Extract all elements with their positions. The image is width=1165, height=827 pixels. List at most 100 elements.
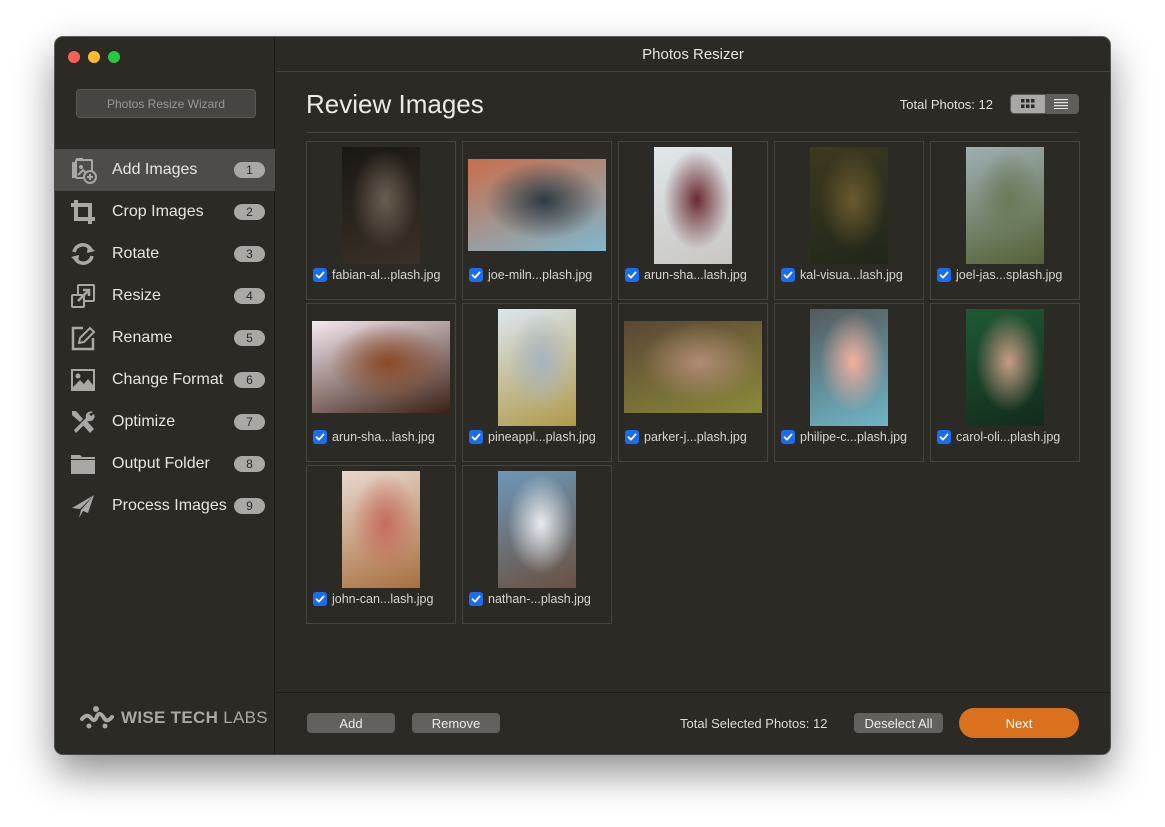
- checkmark-icon: [315, 271, 325, 279]
- image-thumbnail[interactable]: [498, 470, 576, 588]
- thumbnail-container: [775, 308, 923, 426]
- folder-icon: [68, 450, 98, 478]
- image-thumbnail[interactable]: [810, 146, 888, 264]
- tools-icon: [68, 408, 98, 436]
- rotate-icon: [68, 240, 98, 268]
- image-select-checkbox[interactable]: [625, 430, 639, 444]
- image-thumbnail[interactable]: [966, 146, 1044, 264]
- image-thumbnail[interactable]: [342, 146, 420, 264]
- sidebar-item-crop-images[interactable]: Crop Images 2: [55, 191, 275, 233]
- wizard-steps-nav: Add Images 1 Crop Images 2 Rotate 3 Resi…: [55, 149, 275, 527]
- checkmark-icon: [471, 433, 481, 441]
- image-thumbnail[interactable]: [342, 470, 420, 588]
- thumbnail-container: [307, 308, 455, 426]
- sidebar-item-add-images[interactable]: Add Images 1: [55, 149, 275, 191]
- image-card[interactable]: nathan-...plash.jpg: [462, 465, 612, 624]
- image-select-checkbox[interactable]: [313, 268, 327, 282]
- thumbnail-container: [307, 146, 455, 264]
- image-card-footer: kal-visua...lash.jpg: [781, 268, 903, 282]
- grid-view-button[interactable]: [1011, 95, 1045, 113]
- image-thumbnail[interactable]: [624, 321, 762, 413]
- maximize-window-button[interactable]: [108, 51, 120, 63]
- image-filename: joel-jas...splash.jpg: [956, 268, 1063, 282]
- image-thumbnail[interactable]: [468, 159, 606, 251]
- add-images-icon: [68, 156, 98, 184]
- sidebar-item-rotate[interactable]: Rotate 3: [55, 233, 275, 275]
- image-filename: pineappl...plash.jpg: [488, 430, 596, 444]
- checkmark-icon: [627, 433, 637, 441]
- app-window: Photos Resize Wizard Add Images 1 Crop I…: [55, 37, 1110, 754]
- image-thumbnail[interactable]: [810, 308, 888, 426]
- image-filename: carol-oli...plash.jpg: [956, 430, 1061, 444]
- rename-icon: [68, 324, 98, 352]
- checkmark-icon: [783, 433, 793, 441]
- thumbnail-container: [463, 146, 611, 264]
- wizard-button[interactable]: Photos Resize Wizard: [76, 89, 256, 118]
- image-select-checkbox[interactable]: [781, 430, 795, 444]
- image-card[interactable]: joe-miln...plash.jpg: [462, 141, 612, 300]
- window-controls: [68, 51, 120, 63]
- step-badge: 9: [234, 498, 265, 514]
- image-thumbnail[interactable]: [312, 321, 450, 413]
- remove-button[interactable]: Remove: [412, 713, 500, 733]
- image-select-checkbox[interactable]: [313, 430, 327, 444]
- checkmark-icon: [783, 271, 793, 279]
- minimize-window-button[interactable]: [88, 51, 100, 63]
- image-card[interactable]: parker-j...plash.jpg: [618, 303, 768, 462]
- selected-photos-count: Total Selected Photos: 12: [680, 716, 828, 731]
- sidebar-item-resize[interactable]: Resize 4: [55, 275, 275, 317]
- image-card[interactable]: arun-sha...lash.jpg: [306, 303, 456, 462]
- close-window-button[interactable]: [68, 51, 80, 63]
- image-select-checkbox[interactable]: [313, 592, 327, 606]
- image-card-footer: pineappl...plash.jpg: [469, 430, 596, 444]
- image-card-footer: fabian-al...plash.jpg: [313, 268, 440, 282]
- main-panel: Photos Resizer Review Images Total Photo…: [276, 37, 1110, 754]
- image-filename: john-can...lash.jpg: [332, 592, 434, 606]
- image-card[interactable]: joel-jas...splash.jpg: [930, 141, 1080, 300]
- step-badge: 2: [234, 204, 265, 220]
- sidebar: Photos Resize Wizard Add Images 1 Crop I…: [55, 37, 275, 754]
- wise-tech-labs-logo-icon: [80, 706, 114, 729]
- image-card[interactable]: philipe-c...plash.jpg: [774, 303, 924, 462]
- resize-icon: [68, 282, 98, 310]
- image-select-checkbox[interactable]: [469, 592, 483, 606]
- sidebar-item-change-format[interactable]: Change Format 6: [55, 359, 275, 401]
- next-button[interactable]: Next: [959, 708, 1079, 738]
- image-select-checkbox[interactable]: [937, 430, 951, 444]
- image-grid: fabian-al...plash.jpg joe-miln...plash.jp…: [306, 141, 1080, 624]
- checkmark-icon: [315, 433, 325, 441]
- list-view-button[interactable]: [1044, 95, 1078, 113]
- image-select-checkbox[interactable]: [937, 268, 951, 282]
- image-thumbnail[interactable]: [966, 308, 1044, 426]
- image-card[interactable]: carol-oli...plash.jpg: [930, 303, 1080, 462]
- image-select-checkbox[interactable]: [625, 268, 639, 282]
- thumbnail-container: [463, 470, 611, 588]
- image-thumbnail[interactable]: [498, 308, 576, 426]
- image-card[interactable]: kal-visua...lash.jpg: [774, 141, 924, 300]
- step-badge: 1: [234, 162, 265, 178]
- image-filename: arun-sha...lash.jpg: [332, 430, 435, 444]
- image-select-checkbox[interactable]: [469, 430, 483, 444]
- add-button[interactable]: Add: [307, 713, 395, 733]
- brand-name-light: LABS: [223, 708, 268, 727]
- image-card[interactable]: fabian-al...plash.jpg: [306, 141, 456, 300]
- image-select-checkbox[interactable]: [469, 268, 483, 282]
- thumbnail-container: [775, 146, 923, 264]
- image-card[interactable]: john-can...lash.jpg: [306, 465, 456, 624]
- sidebar-item-process-images[interactable]: Process Images 9: [55, 485, 275, 527]
- image-thumbnail[interactable]: [654, 146, 732, 264]
- image-select-checkbox[interactable]: [781, 268, 795, 282]
- image-card[interactable]: arun-sha...lash.jpg: [618, 141, 768, 300]
- sidebar-item-optimize[interactable]: Optimize 7: [55, 401, 275, 443]
- sidebar-item-rename[interactable]: Rename 5: [55, 317, 275, 359]
- deselect-all-button[interactable]: Deselect All: [854, 713, 943, 733]
- sidebar-item-output-folder[interactable]: Output Folder 8: [55, 443, 275, 485]
- checkmark-icon: [471, 595, 481, 603]
- image-card-footer: john-can...lash.jpg: [313, 592, 433, 606]
- image-card-footer: carol-oli...plash.jpg: [937, 430, 1060, 444]
- footer-divider: [276, 692, 1110, 693]
- checkmark-icon: [939, 433, 949, 441]
- image-filename: joe-miln...plash.jpg: [488, 268, 593, 282]
- image-card[interactable]: pineappl...plash.jpg: [462, 303, 612, 462]
- total-photos-count: Total Photos: 12: [899, 97, 993, 112]
